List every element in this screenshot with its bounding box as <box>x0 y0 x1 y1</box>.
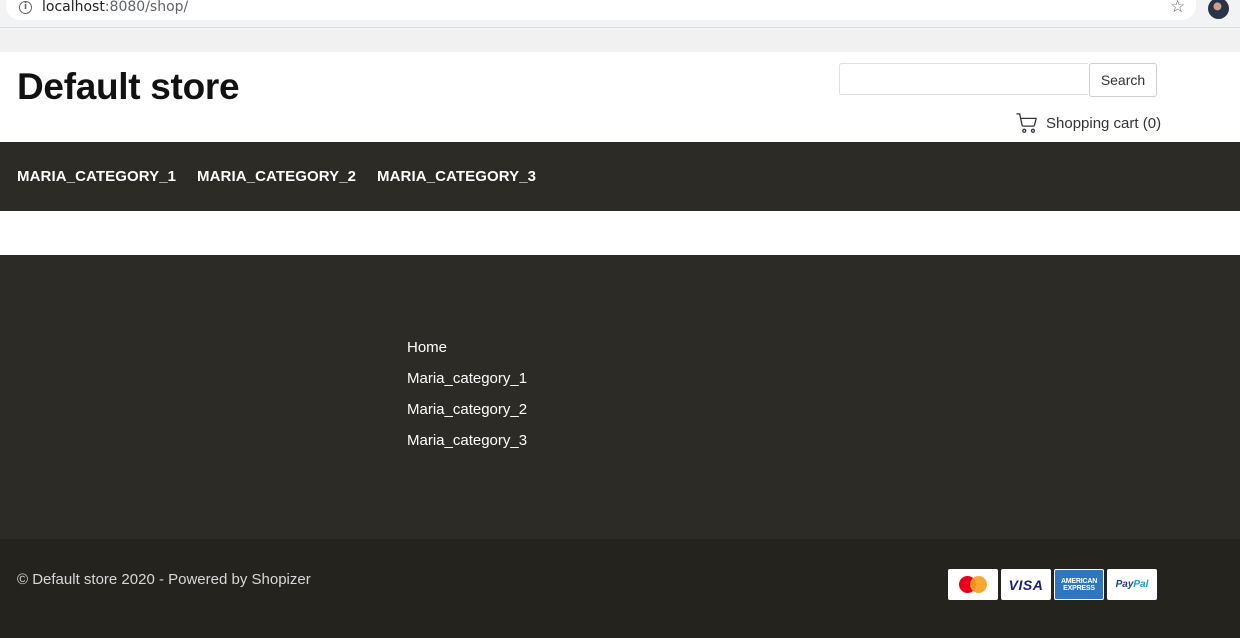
nav-item-maria-category-1[interactable]: MARIA_CATEGORY_1 <box>17 168 176 185</box>
footer-link-maria-category-1[interactable]: Maria_category_1 <box>407 370 527 387</box>
content-area <box>0 211 1240 255</box>
search-input[interactable] <box>839 63 1088 95</box>
visa-icon: VISA <box>1001 569 1051 600</box>
footer-links-section: Home Maria_category_1 Maria_category_2 M… <box>0 255 1240 539</box>
toolbar-divider <box>0 27 1240 28</box>
site-header: Default store Search Shopping cart (0) <box>0 52 1240 142</box>
shopping-cart-icon <box>1016 113 1037 133</box>
browser-toolbar: i localhost:8080/shop/ ☆ <box>0 0 1240 30</box>
nav-item-maria-category-3[interactable]: MARIA_CATEGORY_3 <box>377 168 536 185</box>
profile-avatar[interactable] <box>1208 0 1229 19</box>
footer-link-maria-category-3[interactable]: Maria_category_3 <box>407 432 527 449</box>
bookmark-star-icon[interactable]: ☆ <box>1170 0 1185 17</box>
paypal-icon: PayPal <box>1107 569 1157 600</box>
address-bar-url[interactable]: localhost:8080/shop/ <box>42 0 188 15</box>
shopping-cart-link[interactable]: Shopping cart (0) <box>1016 111 1161 135</box>
nav-item-maria-category-2[interactable]: MARIA_CATEGORY_2 <box>197 168 356 185</box>
store-title[interactable]: Default store <box>17 66 240 108</box>
mastercard-icon <box>948 569 998 600</box>
amex-icon: AMERICAN EXPRESS <box>1054 569 1104 600</box>
category-nav: MARIA_CATEGORY_1 MARIA_CATEGORY_2 MARIA_… <box>0 142 1240 211</box>
copyright-text: © Default store 2020 - Powered by Shopiz… <box>17 571 311 588</box>
url-host: localhost <box>42 0 105 15</box>
amex-label: AMERICAN EXPRESS <box>1060 577 1098 592</box>
footer-bottom-bar: © Default store 2020 - Powered by Shopiz… <box>0 539 1240 638</box>
visa-label: VISA <box>1008 576 1044 593</box>
search-button[interactable]: Search <box>1089 63 1157 97</box>
shopping-cart-label: Shopping cart (0) <box>1046 114 1162 132</box>
url-path: :8080/shop/ <box>104 0 189 15</box>
footer-link-home[interactable]: Home <box>407 339 447 356</box>
footer-link-maria-category-2[interactable]: Maria_category_2 <box>407 401 527 418</box>
site-info-icon[interactable]: i <box>19 1 32 14</box>
paypal-label: PayPal <box>1115 579 1149 590</box>
